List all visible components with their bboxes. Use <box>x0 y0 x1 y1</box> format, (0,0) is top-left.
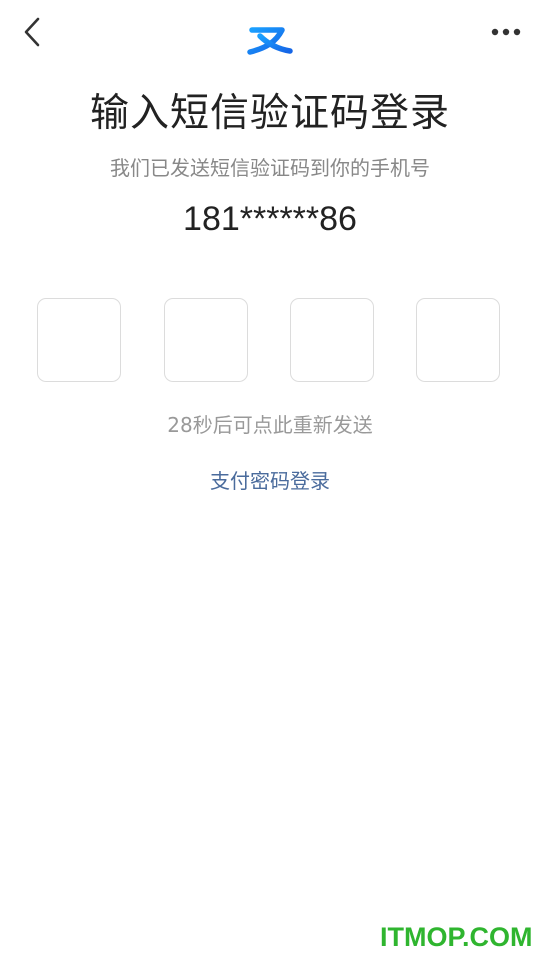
code-digit-box-4[interactable] <box>416 298 500 382</box>
password-login-link-row: 支付密码登录 <box>0 467 540 495</box>
code-digit-box-2[interactable] <box>164 298 248 382</box>
password-login-link[interactable]: 支付密码登录 <box>210 469 330 493</box>
site-watermark: ITMOP.COM <box>380 922 533 952</box>
more-dots-icon <box>491 28 521 36</box>
back-button[interactable] <box>18 14 50 50</box>
code-digit-box-1[interactable] <box>37 298 121 382</box>
sms-sent-hint: 我们已发送短信验证码到你的手机号 <box>110 156 430 180</box>
page-title: 输入短信验证码登录 <box>89 91 450 136</box>
more-button[interactable] <box>488 18 524 46</box>
masked-phone-number: 181******86 <box>183 200 357 238</box>
verification-code-input[interactable] <box>37 298 503 384</box>
alipay-logo <box>240 8 296 56</box>
chevron-left-icon <box>24 17 40 47</box>
top-bar <box>0 0 540 64</box>
resend-countdown: 28秒后可点此重新发送 <box>167 413 373 437</box>
code-digit-box-3[interactable] <box>290 298 374 382</box>
